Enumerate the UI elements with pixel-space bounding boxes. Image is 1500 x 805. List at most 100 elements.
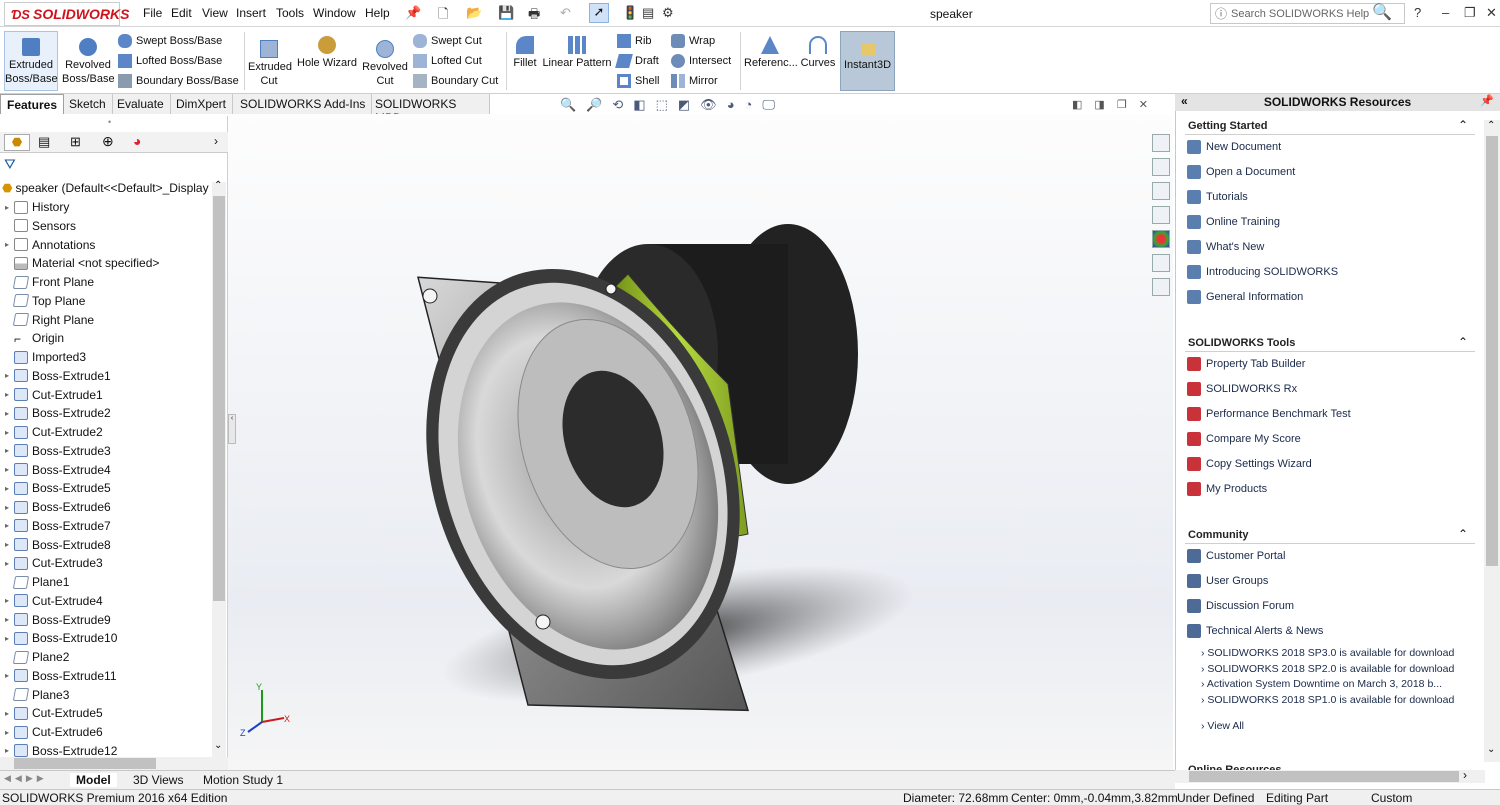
view-all-link[interactable]: › View All [1201,720,1244,732]
resource-link[interactable]: Discussion Forum [1187,599,1294,613]
menu-window[interactable]: Window [313,6,356,20]
select-cursor-icon[interactable]: ➚ [589,3,609,23]
linear-pattern-button[interactable]: Linear Pattern [542,36,612,70]
display-manager-tab-icon[interactable]: ◕ [133,133,141,149]
task-pane-hscroll[interactable]: › [1175,768,1485,783]
tab-features[interactable]: Features [0,94,65,114]
menu-tools[interactable]: Tools [276,6,304,20]
expand-arrow-icon[interactable]: ▸ [0,615,14,624]
expand-arrow-icon[interactable]: ▸ [0,709,14,718]
mirror-button[interactable]: Mirror [671,74,718,88]
scroll-down-icon[interactable]: ⌄ [214,740,222,751]
resource-link[interactable]: Performance Benchmark Test [1187,407,1351,421]
expand-arrow-icon[interactable]: ▸ [0,521,14,530]
resource-link[interactable]: Open a Document [1187,165,1295,179]
tab-addins[interactable]: SOLIDWORKS Add-Ins [234,94,373,114]
menu-edit[interactable]: Edit [171,6,192,20]
news-link[interactable]: › SOLIDWORKS 2018 SP3.0 is available for… [1201,647,1454,659]
resource-link[interactable]: SOLIDWORKS Rx [1187,382,1297,396]
panel-expand-icon[interactable]: › [214,134,218,148]
panel-collapse-handle[interactable]: ‹ [228,414,236,444]
tree-hscroll-thumb[interactable] [14,758,156,769]
dimxpert-manager-tab-icon[interactable]: ⊕ [102,133,114,150]
tree-item[interactable]: Sensors [0,217,76,235]
tree-item[interactable]: Front Plane [0,273,94,291]
resource-link[interactable]: Copy Settings Wizard [1187,457,1312,471]
minimize-icon[interactable]: – [1442,5,1449,20]
task-pane-hscroll-thumb[interactable] [1189,771,1459,782]
property-manager-tab-icon[interactable]: ▤ [38,134,50,150]
resource-link[interactable]: My Products [1187,482,1267,496]
resource-link[interactable]: Introducing SOLIDWORKS [1187,265,1338,279]
expand-arrow-icon[interactable]: ▸ [0,728,14,737]
tree-item[interactable]: Plane2 [0,648,69,666]
tree-item[interactable]: ▸ Cut-Extrude1 [0,386,103,404]
view-palette-icon[interactable] [1152,206,1170,224]
resource-link[interactable]: General Information [1187,290,1303,304]
tab-sketch[interactable]: Sketch [63,94,113,114]
rebuild-icon[interactable]: 🚦 [622,5,638,21]
resource-link[interactable]: User Groups [1187,574,1268,588]
undo-icon[interactable]: ↶ [560,5,571,21]
resource-link[interactable]: Compare My Score [1187,432,1301,446]
tree-item[interactable]: Imported3 [0,348,86,366]
viewport-tile-left-icon[interactable]: ◧ [1072,98,1082,111]
hole-wizard-button[interactable]: Hole Wizard [296,36,358,70]
expand-arrow-icon[interactable]: ▸ [0,428,14,437]
resource-link[interactable]: Customer Portal [1187,549,1285,563]
unit-system[interactable]: Custom [1371,791,1412,805]
tab-3d-views[interactable]: 3D Views [127,773,189,787]
expand-arrow-icon[interactable]: ▸ [0,371,14,380]
menu-file[interactable]: File [143,6,162,20]
expand-arrow-icon[interactable]: ▸ [0,596,14,605]
menu-view[interactable]: View [202,6,228,20]
expand-arrow-icon[interactable]: ▸ [0,746,14,755]
close-icon[interactable]: ✕ [1486,5,1497,21]
expand-arrow-icon[interactable]: ▸ [0,540,14,549]
configuration-manager-tab-icon[interactable]: ⊞ [70,134,81,150]
tab-motion-study[interactable]: Motion Study 1 [197,773,289,787]
resource-link[interactable]: Online Training [1187,215,1280,229]
section-collapse-icon[interactable]: ⌃ [1458,118,1468,132]
revolved-cut-button[interactable]: Revolved Cut [362,40,408,88]
boundary-cut-button[interactable]: Boundary Cut [413,74,498,88]
tree-item[interactable]: ▸ Boss-Extrude11 [0,667,117,685]
display-style-icon[interactable]: ◩ [678,97,690,113]
tree-item[interactable]: ▸ Cut-Extrude4 [0,592,103,610]
expand-arrow-icon[interactable]: ▸ [0,484,14,493]
tree-item[interactable]: ▸ Boss-Extrude4 [0,461,111,479]
tree-item[interactable]: ⌐ Origin [0,329,64,347]
tree-scroll-thumb[interactable] [213,196,225,601]
design-library-icon[interactable] [1152,158,1170,176]
resource-link[interactable]: What's New [1187,240,1264,254]
news-link[interactable]: › SOLIDWORKS 2018 SP1.0 is available for… [1201,694,1454,706]
task-pane-collapse-icon[interactable]: « [1181,94,1188,108]
tree-item[interactable]: ▸ Boss-Extrude2 [0,404,111,422]
tab-model[interactable]: Model [70,773,117,787]
rib-button[interactable]: Rib [617,34,652,48]
tree-item[interactable]: ▸ Boss-Extrude9 [0,611,111,629]
view-settings-icon[interactable]: 🖵 [762,97,775,113]
feature-manager-tab-icon[interactable]: ⬣ [4,134,30,151]
section-collapse-icon[interactable]: ⌃ [1458,335,1468,349]
swept-cut-button[interactable]: Swept Cut [413,34,482,48]
viewport-tile-right-icon[interactable]: ◨ [1094,98,1104,111]
new-file-icon[interactable]: 🗋 [438,5,448,27]
resource-link[interactable]: New Document [1187,140,1281,154]
tree-horizontal-scrollbar[interactable] [0,757,228,770]
restore-icon[interactable]: ❐ [1464,5,1476,21]
tree-item[interactable]: ▸ Boss-Extrude7 [0,517,111,535]
tree-item[interactable]: Top Plane [0,292,85,310]
appearances-icon[interactable] [1152,230,1170,248]
speaker-model[interactable] [228,114,1173,770]
help-question-icon[interactable]: ? [1414,5,1421,20]
search-icon[interactable]: 🔍 [1372,2,1392,22]
expand-arrow-icon[interactable]: ▸ [0,240,14,249]
options-gear-icon[interactable]: ⚙ [662,5,674,21]
fillet-button[interactable]: Fillet [510,36,540,70]
curves-button[interactable]: Curves [798,36,838,70]
swept-boss-button[interactable]: Swept Boss/Base [118,34,222,48]
previous-view-icon[interactable]: ⟲ [612,97,623,113]
tree-item[interactable]: Right Plane [0,311,94,329]
wrap-button[interactable]: Wrap [671,34,715,48]
